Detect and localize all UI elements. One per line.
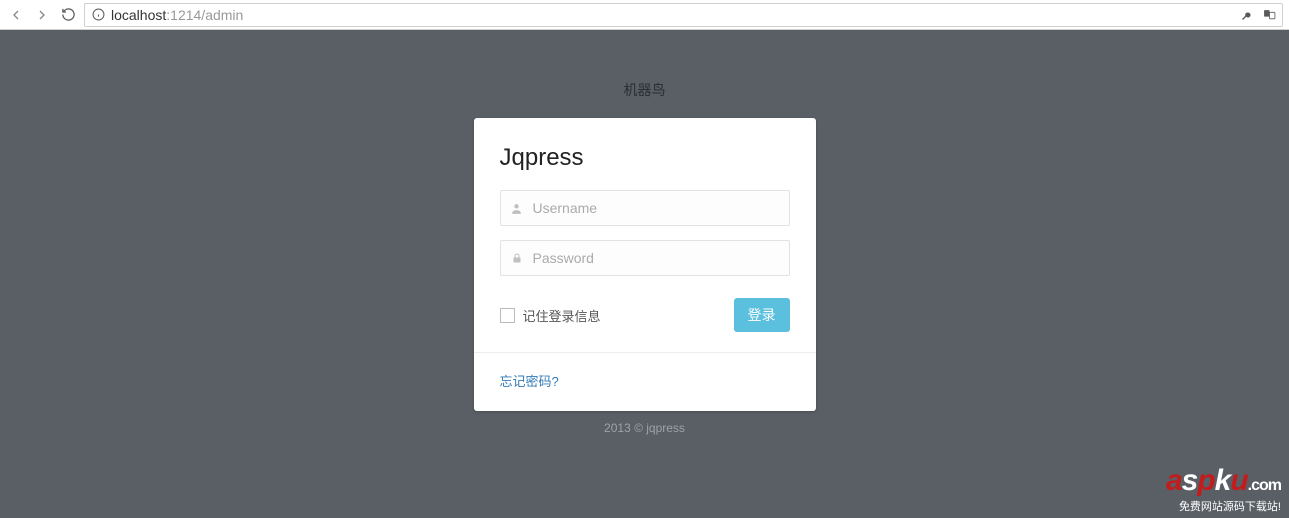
watermark-tagline: 免费网站源码下载站! xyxy=(1166,498,1281,514)
reload-button[interactable] xyxy=(58,5,78,25)
url-text: localhost:1214/admin xyxy=(111,7,243,23)
translate-icon[interactable] xyxy=(1262,8,1276,22)
url-bar[interactable]: localhost:1214/admin xyxy=(84,3,1283,27)
page-body: 机器鸟 Jqpress 记住登录信息 登录 忘记密码? 2013 © jqpr xyxy=(0,30,1289,518)
login-card: Jqpress 记住登录信息 登录 忘记密码? xyxy=(474,118,816,411)
remember-checkbox[interactable]: 记住登录信息 xyxy=(500,306,601,325)
url-host: localhost xyxy=(111,7,166,23)
checkbox-icon xyxy=(500,308,515,323)
forgot-password-link[interactable]: 忘记密码? xyxy=(500,374,559,389)
watermark: aspku.com 免费网站源码下载站! xyxy=(1166,466,1281,514)
footer-copyright: 2013 © jqpress xyxy=(604,421,685,435)
site-name: 机器鸟 xyxy=(624,80,666,100)
login-card-footer: 忘记密码? xyxy=(474,352,816,411)
login-button[interactable]: 登录 xyxy=(734,298,790,332)
site-info-icon[interactable] xyxy=(91,8,105,22)
password-field-wrapper xyxy=(500,240,790,276)
user-icon xyxy=(510,201,524,215)
url-path: :1214/admin xyxy=(166,7,243,23)
lock-icon xyxy=(510,251,524,265)
browser-toolbar: localhost:1214/admin xyxy=(0,0,1289,30)
password-input[interactable] xyxy=(500,240,790,276)
username-input[interactable] xyxy=(500,190,790,226)
username-field-wrapper xyxy=(500,190,790,226)
key-icon[interactable] xyxy=(1240,8,1254,22)
login-options-row: 记住登录信息 登录 xyxy=(500,290,790,352)
watermark-logo: aspku.com xyxy=(1166,466,1281,496)
remember-label: 记住登录信息 xyxy=(523,306,601,325)
back-button[interactable] xyxy=(6,5,26,25)
login-title: Jqpress xyxy=(500,144,790,172)
forward-button[interactable] xyxy=(32,5,52,25)
url-bar-tools xyxy=(1240,8,1276,22)
